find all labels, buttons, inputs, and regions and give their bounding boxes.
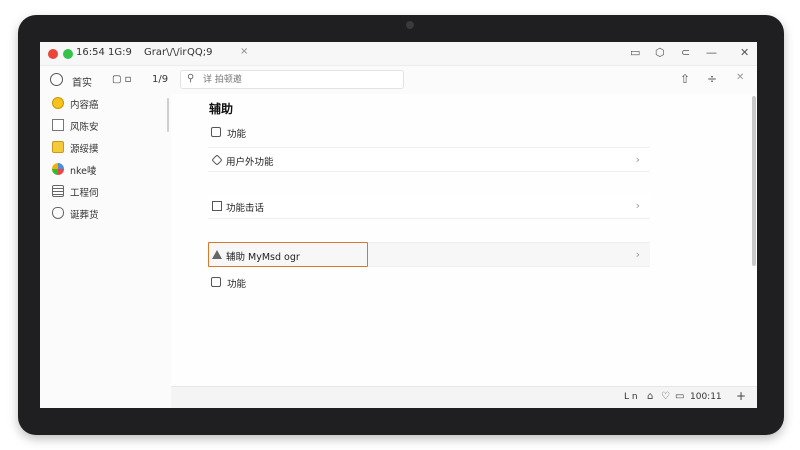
sidebar-item-security[interactable]: 诞葬货 <box>52 206 162 222</box>
maximize-window-button[interactable] <box>63 49 73 59</box>
tag-icon <box>211 154 223 166</box>
square-icon <box>52 119 64 131</box>
feature-item-label: 功能 <box>227 129 247 140</box>
list-icon <box>52 185 64 197</box>
toolbar: 首实 ▢ ▫ 1/9 ⚲ ⇧ ÷ ✕ <box>40 67 757 93</box>
page-title: 辅助 <box>209 102 234 116</box>
page-indicator: 1/9 <box>152 74 169 85</box>
list-item-selected[interactable]: 辅助 MyMsd ogr › <box>208 242 650 267</box>
wifi-icon: ⌂ <box>647 391 654 402</box>
globe-icon <box>52 163 64 175</box>
camera-icon <box>406 21 414 29</box>
sidebar-item-nke[interactable]: nke㖫 <box>52 162 162 178</box>
hexagon-icon[interactable]: ⬡ <box>655 46 665 59</box>
chevron-right-icon: › <box>635 248 640 261</box>
home-icon[interactable] <box>50 73 63 86</box>
tab-1[interactable]: 1G:9 <box>108 47 132 58</box>
chevron-right-icon: › <box>635 199 640 212</box>
battery-icon: ▭ <box>675 391 685 402</box>
status-bar: L n ⌂ ♡ ▭ 100:11 + <box>171 386 757 408</box>
bell-icon <box>212 250 222 259</box>
shield-icon <box>52 207 64 219</box>
sidebar-item-label: 源绥摸 <box>70 144 99 155</box>
sidebar-item-content[interactable]: 内容癌 <box>52 96 162 112</box>
list-item-label: 辅助 MyMsd ogr <box>226 252 300 263</box>
chevron-right-icon: › <box>635 153 640 166</box>
sidebar-item-label: 风陈安 <box>70 122 99 133</box>
sidebar-item-engineering[interactable]: 工程伺 <box>52 184 162 200</box>
title-bar: 16:54 1G:9 Grar\/\/ir QQ;9 × ▭ ⬡ ⊂ — ✕ <box>40 42 757 66</box>
toolbar-close-icon[interactable]: ✕ <box>736 72 744 83</box>
home-label[interactable]: 首实 <box>72 74 92 89</box>
main-content: 辅助 功能 用户外功能 › 功能击话 › 辅助 MyMsd ogr › 功能 <box>171 94 757 386</box>
list-item[interactable]: 功能击话 › <box>208 194 650 219</box>
feature-item-label: 功能 <box>227 279 247 290</box>
grid-toggle[interactable]: ▢ ▫ <box>112 74 131 85</box>
calendar-icon <box>211 277 221 287</box>
search-box[interactable]: ⚲ <box>180 70 404 89</box>
dash-icon[interactable]: — <box>706 46 717 59</box>
tab-2[interactable]: Grar\/\/ir <box>144 47 186 58</box>
sidebar-item-source[interactable]: 源绥摸 <box>52 140 162 156</box>
sidebar-item-label: 工程伺 <box>70 188 99 199</box>
search-icon: ⚲ <box>187 73 195 84</box>
share-icon[interactable]: ⇧ <box>680 72 690 86</box>
sidebar-item-risk[interactable]: 风陈安 <box>52 118 162 134</box>
status-indicators: L n <box>624 392 638 402</box>
minimize-icon[interactable]: ▭ <box>630 46 640 59</box>
clock: 16:54 <box>76 47 105 58</box>
tab-close-icon[interactable]: × <box>240 46 248 57</box>
list-item[interactable]: 用户外功能 › <box>208 147 650 172</box>
status-time: 100:11 <box>690 392 722 402</box>
add-icon[interactable]: + <box>736 389 746 403</box>
list-item-label: 用户外功能 <box>226 157 274 168</box>
list-item-label: 功能击话 <box>226 203 265 214</box>
screen: 16:54 1G:9 Grar\/\/ir QQ;9 × ▭ ⬡ ⊂ — ✕ 首… <box>40 42 757 408</box>
split-icon[interactable]: ÷ <box>707 72 717 86</box>
pane-divider[interactable] <box>167 98 169 132</box>
sidebar-item-label: nke㖫 <box>70 166 97 177</box>
close-icon[interactable]: ✕ <box>740 46 749 59</box>
shield-status-icon: ♡ <box>661 391 670 402</box>
yellow-circle-icon <box>52 97 64 109</box>
square-icon <box>212 201 222 211</box>
close-window-button[interactable] <box>48 49 58 59</box>
scrollbar[interactable] <box>752 96 756 266</box>
sidebar-item-label: 诞葬货 <box>70 210 99 221</box>
search-input[interactable] <box>203 73 393 87</box>
sidebar-item-label: 内容癌 <box>70 100 99 111</box>
tab-3[interactable]: QQ;9 <box>187 47 212 58</box>
restore-icon[interactable]: ⊂ <box>681 46 690 59</box>
sidebar: 内容癌 风陈安 源绥摸 nke㖫 工程伺 诞葬货 <box>40 94 170 408</box>
image-icon <box>211 127 221 137</box>
yellow-box-icon <box>52 141 64 153</box>
